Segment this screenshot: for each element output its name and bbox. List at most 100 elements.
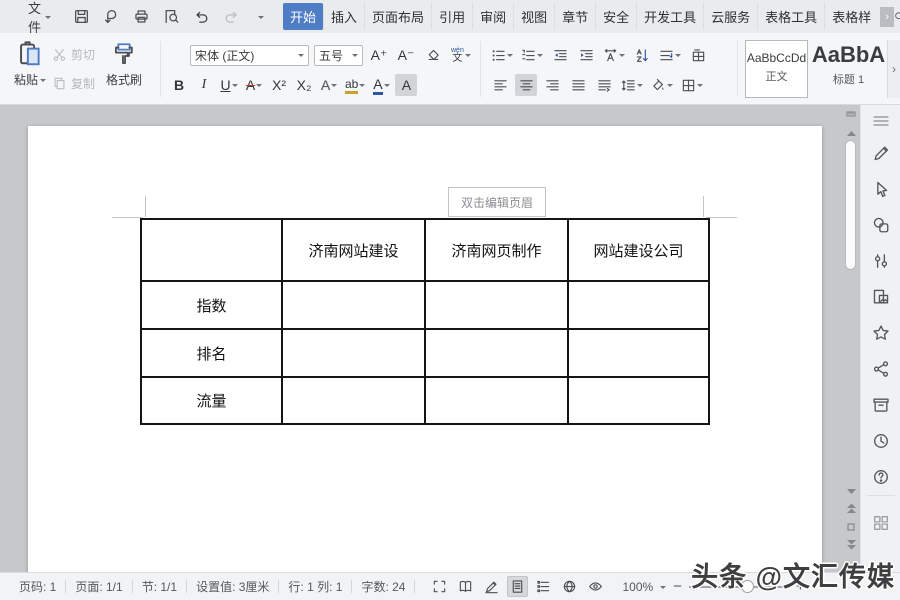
qat-more-button[interactable] xyxy=(249,5,273,29)
sort-button[interactable] xyxy=(631,44,653,66)
table-cell[interactable]: 排名 xyxy=(141,329,282,377)
text-effects-button[interactable]: A xyxy=(318,74,340,96)
table-cell[interactable]: 济南网页制作 xyxy=(425,219,568,281)
history-icon[interactable] xyxy=(871,431,891,451)
tab-section[interactable]: 章节 xyxy=(554,3,595,30)
zoom-level[interactable]: 100% xyxy=(622,580,653,594)
tab-insert[interactable]: 插入 xyxy=(323,3,364,30)
clear-format-button[interactable] xyxy=(422,44,444,66)
archive-icon[interactable] xyxy=(871,395,891,415)
redo-button[interactable] xyxy=(219,5,243,29)
table-cell[interactable]: 网站建设公司 xyxy=(568,219,709,281)
word-count-indicator[interactable]: 字数: 24 xyxy=(352,578,414,595)
distribute-button[interactable] xyxy=(593,74,615,96)
document-table[interactable]: 济南网站建设 济南网页制作 网站建设公司 指数 排名 流量 xyxy=(140,218,710,425)
subscript-button[interactable]: X₂ xyxy=(293,74,315,96)
italic-button[interactable]: I xyxy=(193,74,215,96)
increase-font-button[interactable]: A⁺ xyxy=(368,44,390,66)
tab-security[interactable]: 安全 xyxy=(595,3,636,30)
table-cell[interactable] xyxy=(282,329,425,377)
select-browse-object-icon[interactable] xyxy=(844,521,858,533)
shapes-icon[interactable] xyxy=(871,215,891,235)
table-cell[interactable] xyxy=(425,377,568,424)
paragraph-settings-button[interactable] xyxy=(657,44,683,66)
copy-button[interactable]: 复制 xyxy=(52,73,95,93)
bold-button[interactable]: B xyxy=(168,74,190,96)
tab-references[interactable]: 引用 xyxy=(431,3,472,30)
tab-scroll-right-button[interactable]: › xyxy=(880,7,894,27)
scroll-up-icon[interactable] xyxy=(844,127,858,139)
share-icon[interactable] xyxy=(871,359,891,379)
page-number-indicator[interactable]: 页码: 1 xyxy=(10,578,65,595)
scrollbar-menu-icon[interactable] xyxy=(871,111,891,131)
ruler-toggle-icon[interactable] xyxy=(844,108,858,120)
style-heading1[interactable]: AaBbA 标题 1 xyxy=(811,40,886,98)
font-color-button[interactable]: A xyxy=(370,74,392,96)
bullet-list-button[interactable] xyxy=(489,44,515,66)
tab-view[interactable]: 视图 xyxy=(513,3,554,30)
fullscreen-button[interactable] xyxy=(429,576,450,597)
table-cell[interactable] xyxy=(568,377,709,424)
table-cell[interactable] xyxy=(568,329,709,377)
section-indicator[interactable]: 节: 1/1 xyxy=(133,578,186,595)
help-circle-icon[interactable] xyxy=(871,467,891,487)
superscript-button[interactable]: X² xyxy=(268,74,290,96)
table-cell[interactable] xyxy=(425,329,568,377)
outline-view-button[interactable] xyxy=(533,576,554,597)
zoom-out-button[interactable]: − xyxy=(673,578,682,595)
highlight-button[interactable]: ab xyxy=(343,74,367,96)
pinyin-guide-button[interactable]: wén 文 xyxy=(449,44,473,66)
paste-button[interactable]: 粘贴 xyxy=(8,40,52,88)
apps-grid-icon[interactable] xyxy=(871,513,891,533)
table-cell[interactable] xyxy=(425,281,568,329)
table-cell[interactable]: 指数 xyxy=(141,281,282,329)
table-cell[interactable] xyxy=(141,219,282,281)
undo-button[interactable] xyxy=(189,5,213,29)
number-list-button[interactable] xyxy=(519,44,545,66)
line-spacing-button[interactable] xyxy=(619,74,645,96)
format-painter-button[interactable]: 格式刷 xyxy=(102,40,146,88)
style-normal[interactable]: AaBbCcDd 正文 xyxy=(745,40,808,98)
tab-home[interactable]: 开始 xyxy=(283,3,323,30)
strikethrough-button[interactable]: A xyxy=(243,74,265,96)
text-frame-button[interactable] xyxy=(687,44,709,66)
tab-page-layout[interactable]: 页面布局 xyxy=(364,3,431,30)
char-scale-button[interactable] xyxy=(601,44,627,66)
tab-table-style[interactable]: 表格样 xyxy=(824,3,878,30)
favorites-star-icon[interactable] xyxy=(871,323,891,343)
scroll-down-icon[interactable] xyxy=(844,486,858,498)
previous-page-icon[interactable] xyxy=(844,502,858,514)
underline-button[interactable]: U xyxy=(218,74,240,96)
edit-pen-icon[interactable] xyxy=(871,143,891,163)
table-cell[interactable]: 济南网站建设 xyxy=(282,219,425,281)
image-layout-icon[interactable] xyxy=(871,287,891,307)
eye-protection-button[interactable] xyxy=(585,576,606,597)
page-indicator[interactable]: 页面: 1/1 xyxy=(66,578,131,595)
justify-button[interactable] xyxy=(567,74,589,96)
char-shading-button[interactable]: A xyxy=(395,74,417,96)
tab-cloud-service[interactable]: 云服务 xyxy=(703,3,757,30)
decrease-indent-button[interactable] xyxy=(549,44,571,66)
borders-button[interactable] xyxy=(679,74,705,96)
print-preview-button[interactable] xyxy=(159,5,183,29)
shading-button[interactable] xyxy=(649,74,675,96)
table-cell[interactable] xyxy=(282,377,425,424)
align-center-button[interactable] xyxy=(515,74,537,96)
tab-dev-tools[interactable]: 开发工具 xyxy=(636,3,703,30)
table-cell[interactable] xyxy=(282,281,425,329)
align-left-button[interactable] xyxy=(489,74,511,96)
tab-table-tools[interactable]: 表格工具 xyxy=(757,3,824,30)
vertical-scrollbar[interactable] xyxy=(843,105,859,572)
web-layout-button[interactable] xyxy=(559,576,580,597)
decrease-font-button[interactable]: A⁻ xyxy=(395,44,417,66)
increase-indent-button[interactable] xyxy=(575,44,597,66)
document-area[interactable]: 济南网站建设 济南网页制作 网站建设公司 指数 排名 流量 xyxy=(0,105,860,572)
read-mode-button[interactable] xyxy=(455,576,476,597)
find-command-button[interactable]: 查找命... xyxy=(894,0,900,36)
cut-button[interactable]: 剪切 xyxy=(52,44,95,64)
table-cell[interactable] xyxy=(568,281,709,329)
scrollbar-thumb[interactable] xyxy=(845,140,856,270)
tab-review[interactable]: 审阅 xyxy=(472,3,513,30)
setting-value-indicator[interactable]: 设置值: 3厘米 xyxy=(187,578,278,595)
write-mode-button[interactable] xyxy=(481,576,502,597)
